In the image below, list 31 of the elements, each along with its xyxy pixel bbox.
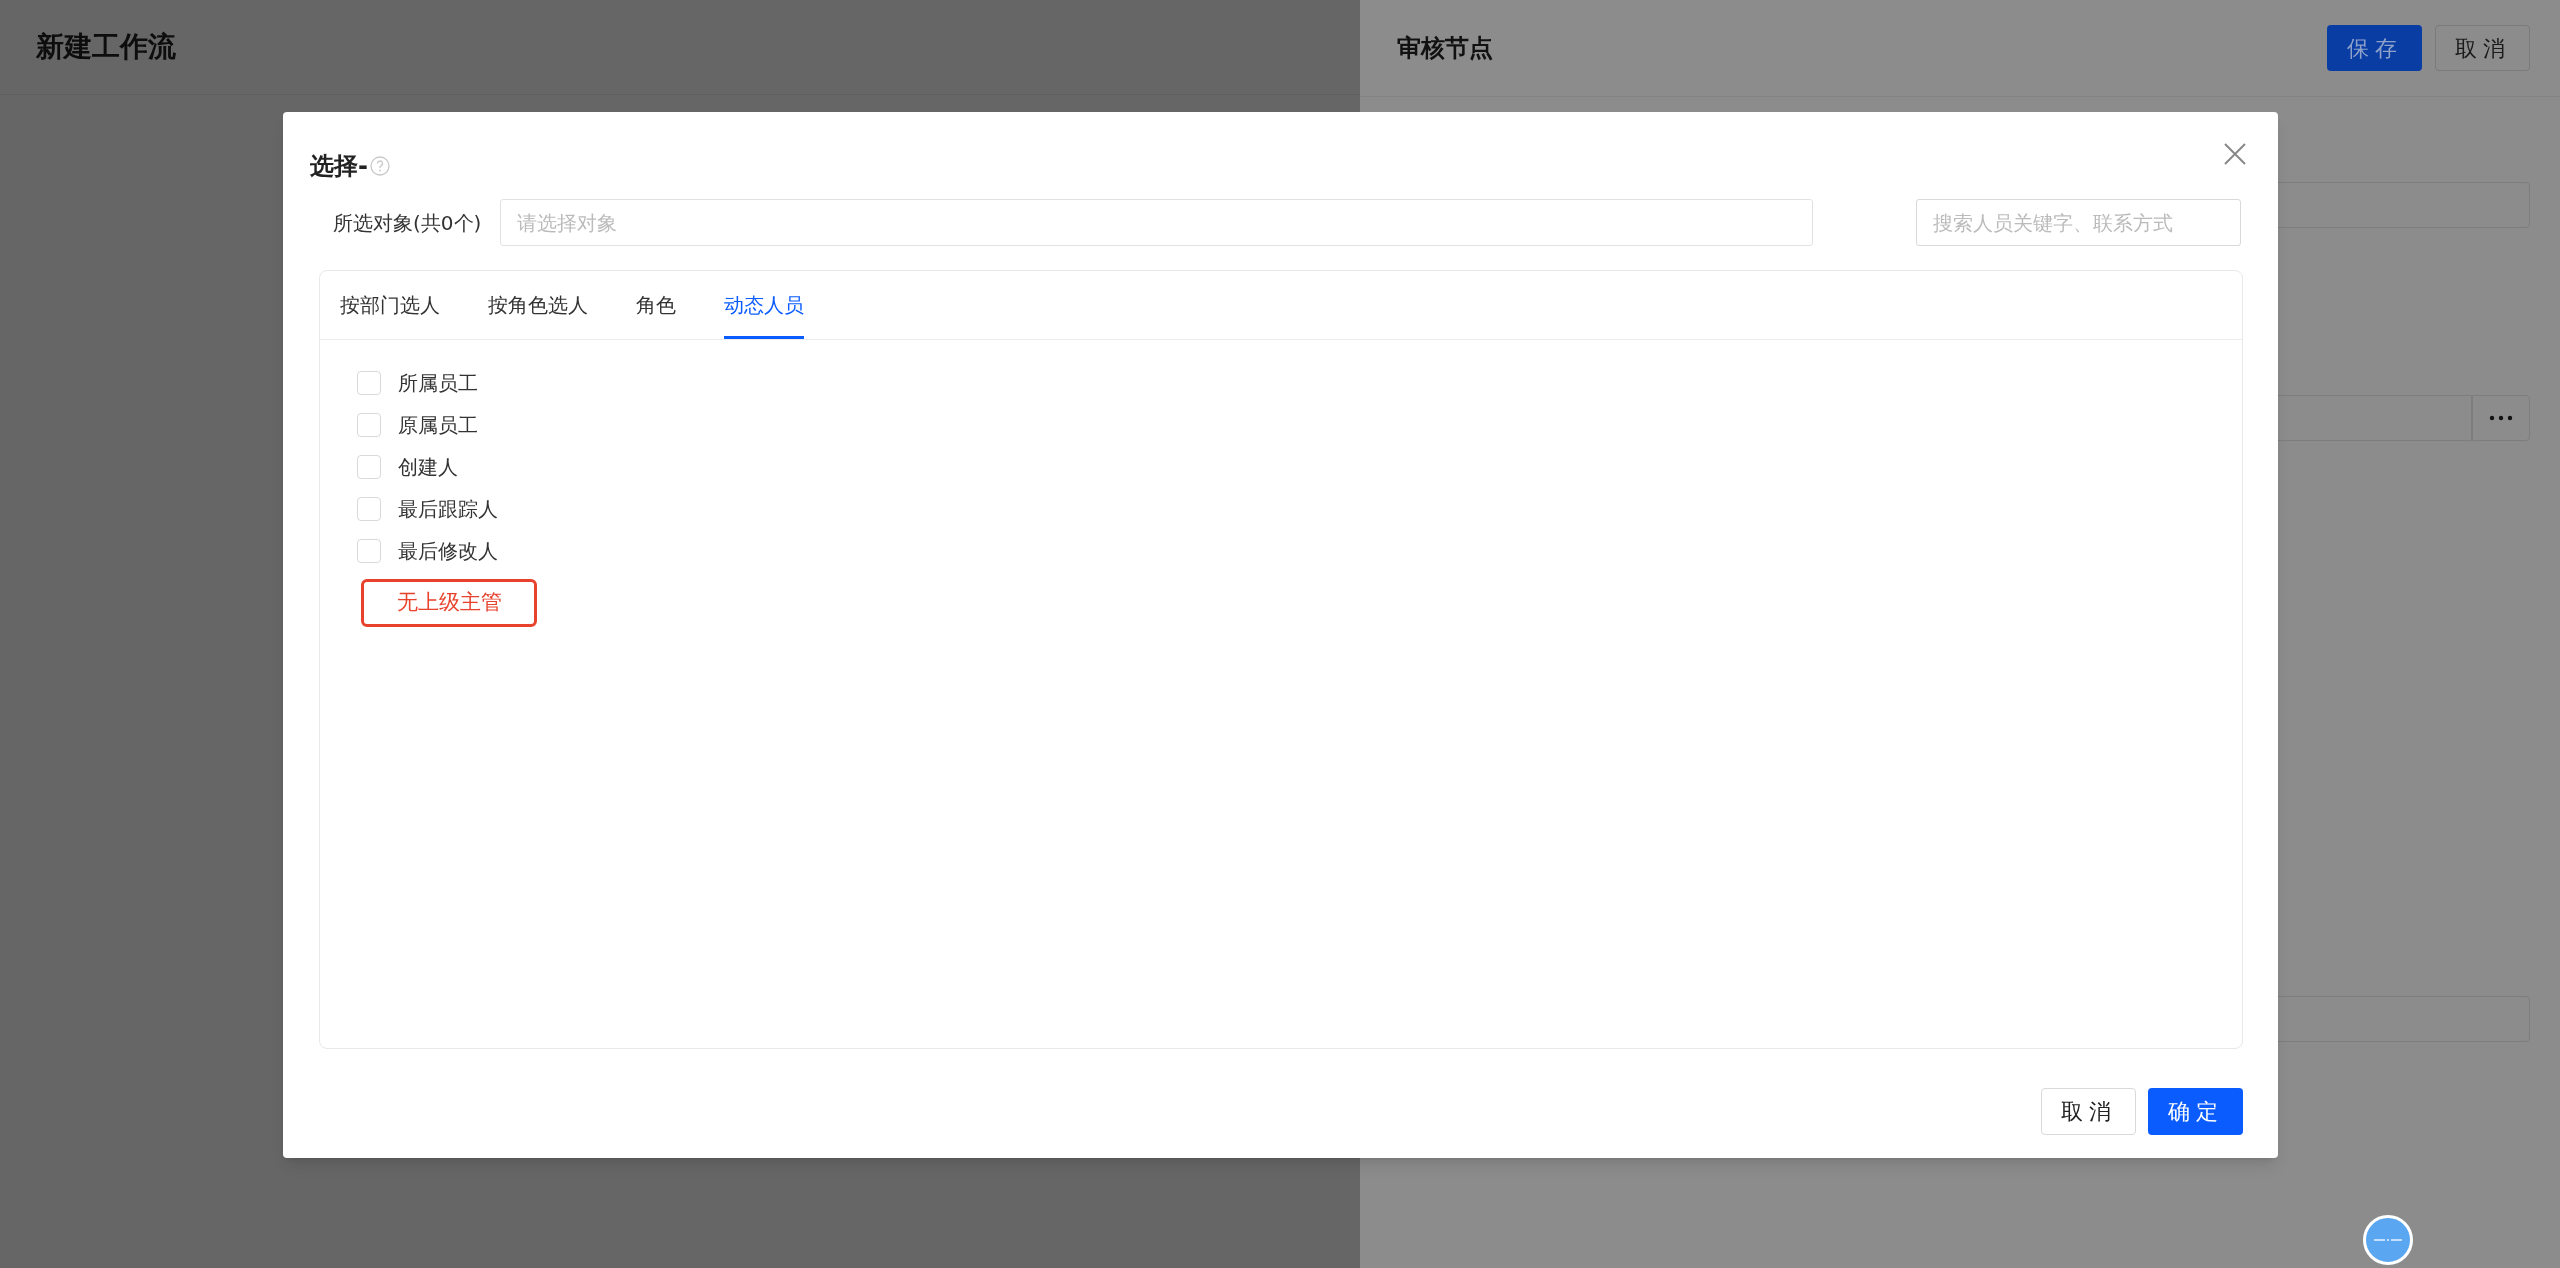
selected-label: 所选对象(共0个) [333, 209, 483, 237]
tab[interactable]: 按部门选人 [340, 271, 440, 339]
checkbox[interactable] [357, 413, 381, 437]
save-button[interactable]: 保存 [2327, 25, 2422, 71]
cancel-button[interactable]: 取消 [2435, 25, 2530, 71]
close-button[interactable] [2223, 142, 2247, 166]
checkbox[interactable] [357, 371, 381, 395]
dialog-title: 选择- [310, 151, 368, 182]
search-field[interactable]: 搜索人员关键字、联系方式 [1916, 199, 2241, 246]
close-icon [2223, 142, 2247, 166]
checkbox[interactable] [357, 539, 381, 563]
confirm-button[interactable]: 确定 [2148, 1088, 2243, 1135]
option-label: 最后跟踪人 [398, 496, 498, 523]
tab[interactable]: 按角色选人 [488, 271, 588, 339]
option-label: 最后修改人 [398, 538, 498, 565]
option-label: 原属员工 [398, 412, 478, 439]
cancel-button[interactable]: 取消 [2041, 1088, 2136, 1135]
page-title: 新建工作流 [36, 29, 176, 65]
option-label: 所属员工 [398, 370, 478, 397]
help-icon[interactable] [369, 156, 390, 176]
selected-input[interactable]: 请选择对象 [500, 199, 1813, 246]
divider-icon [2373, 1236, 2403, 1244]
checkbox[interactable] [357, 497, 381, 521]
more-icon [2489, 415, 2513, 421]
more-button[interactable] [2472, 395, 2530, 441]
tab[interactable]: 动态人员 [724, 271, 804, 339]
option-label: 创建人 [398, 454, 458, 481]
panel-title: 审核节点 [1397, 33, 1493, 64]
highlighted-option[interactable]: 无上级主管 [361, 579, 537, 627]
tab[interactable]: 角色 [636, 271, 676, 339]
checkbox[interactable] [357, 455, 381, 479]
